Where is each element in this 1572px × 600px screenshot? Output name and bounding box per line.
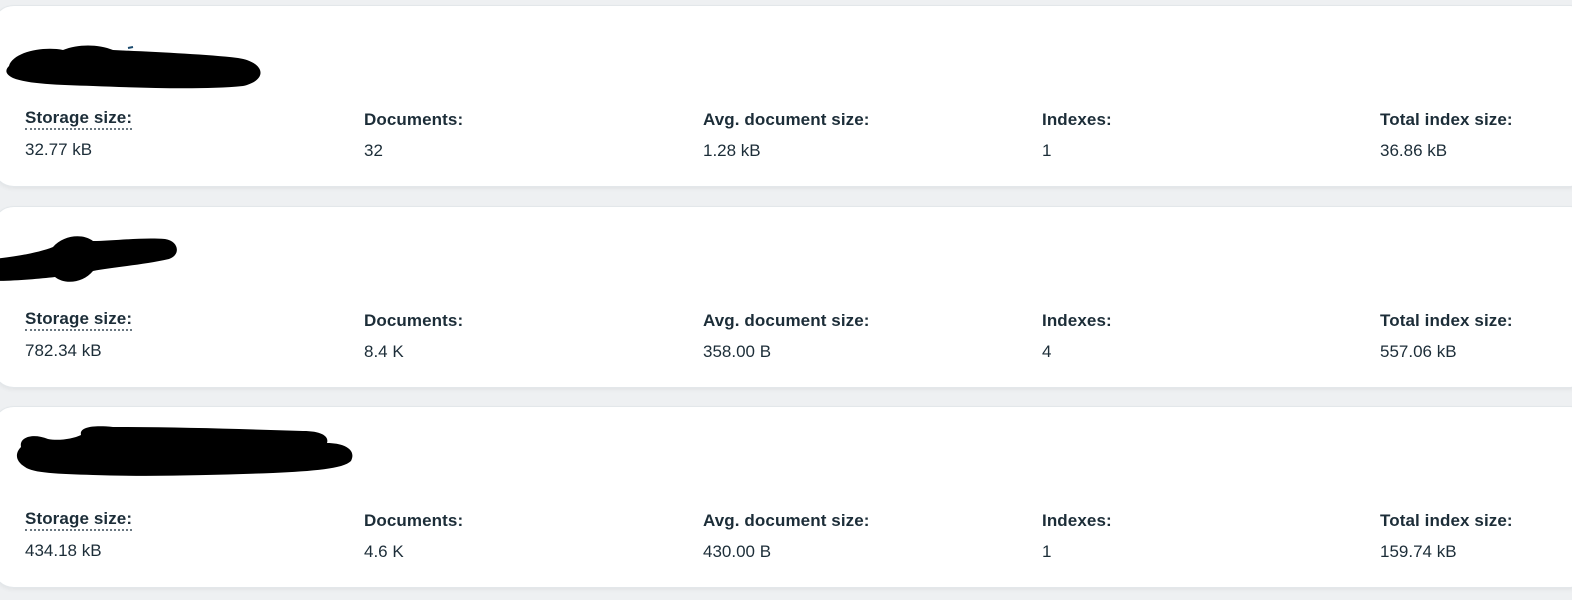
collection-stats: Storage size: 434.18 kB Documents: 4.6 K…	[25, 510, 1572, 566]
stat-avg-document-size: Avg. document size: 358.00 B	[703, 310, 870, 366]
stat-avg-document-size: Avg. document size: 1.28 kB	[703, 109, 870, 165]
total-index-size-value: 159.74 kB	[1380, 542, 1457, 561]
storage-size-value: 32.77 kB	[25, 140, 93, 159]
collection-stats: Storage size: 782.34 kB Documents: 8.4 K…	[25, 310, 1572, 366]
storage-size-value: 434.18 kB	[25, 541, 102, 560]
stat-storage-size: Storage size: 434.18 kB	[25, 510, 133, 566]
stat-documents: Documents: 32	[364, 109, 463, 165]
stat-total-index-size: Total index size: 36.86 kB	[1380, 109, 1513, 165]
indexes-label: Indexes:	[1042, 311, 1112, 330]
redacted-collection-name	[16, 426, 353, 476]
documents-label: Documents:	[364, 110, 464, 129]
avg-document-size-label: Avg. document size:	[703, 110, 870, 129]
documents-label: Documents:	[364, 511, 464, 530]
total-index-size-label: Total index size:	[1380, 511, 1513, 530]
total-index-size-value: 36.86 kB	[1380, 141, 1448, 160]
redacted-collection-name	[6, 45, 261, 89]
redacted-collection-name	[0, 236, 177, 282]
storage-size-label[interactable]: Storage size:	[25, 510, 133, 531]
collections-list: Storage size: 32.77 kB Documents: 32 Avg…	[0, 0, 1572, 600]
indexes-label: Indexes:	[1042, 110, 1112, 129]
collection-card[interactable]: Storage size: 782.34 kB Documents: 8.4 K…	[0, 206, 1572, 388]
collection-card[interactable]: Storage size: 32.77 kB Documents: 32 Avg…	[0, 5, 1572, 187]
indexes-value: 4	[1042, 342, 1052, 361]
avg-document-size-value: 430.00 B	[703, 542, 772, 561]
avg-document-size-value: 358.00 B	[703, 342, 772, 361]
storage-size-label[interactable]: Storage size:	[25, 310, 133, 331]
avg-document-size-value: 1.28 kB	[703, 141, 761, 160]
documents-value: 8.4 K	[364, 342, 404, 361]
collection-stats: Storage size: 32.77 kB Documents: 32 Avg…	[25, 109, 1572, 165]
documents-value: 4.6 K	[364, 542, 404, 561]
stat-indexes: Indexes: 4	[1042, 310, 1112, 366]
avg-document-size-label: Avg. document size:	[703, 511, 870, 530]
stat-indexes: Indexes: 1	[1042, 109, 1112, 165]
documents-label: Documents:	[364, 311, 464, 330]
storage-size-label[interactable]: Storage size:	[25, 109, 133, 130]
storage-size-value: 782.34 kB	[25, 341, 102, 360]
collection-card[interactable]: Storage size: 434.18 kB Documents: 4.6 K…	[0, 406, 1572, 588]
documents-value: 32	[364, 141, 383, 160]
total-index-size-label: Total index size:	[1380, 110, 1513, 129]
indexes-value: 1	[1042, 542, 1052, 561]
stat-total-index-size: Total index size: 557.06 kB	[1380, 310, 1513, 366]
total-index-size-value: 557.06 kB	[1380, 342, 1457, 361]
stat-avg-document-size: Avg. document size: 430.00 B	[703, 510, 870, 566]
stat-indexes: Indexes: 1	[1042, 510, 1112, 566]
stat-documents: Documents: 4.6 K	[364, 510, 463, 566]
stat-storage-size: Storage size: 32.77 kB	[25, 109, 133, 165]
indexes-value: 1	[1042, 141, 1052, 160]
total-index-size-label: Total index size:	[1380, 311, 1513, 330]
stat-documents: Documents: 8.4 K	[364, 310, 463, 366]
indexes-label: Indexes:	[1042, 511, 1112, 530]
stat-storage-size: Storage size: 782.34 kB	[25, 310, 133, 366]
stat-total-index-size: Total index size: 159.74 kB	[1380, 510, 1513, 566]
avg-document-size-label: Avg. document size:	[703, 311, 870, 330]
